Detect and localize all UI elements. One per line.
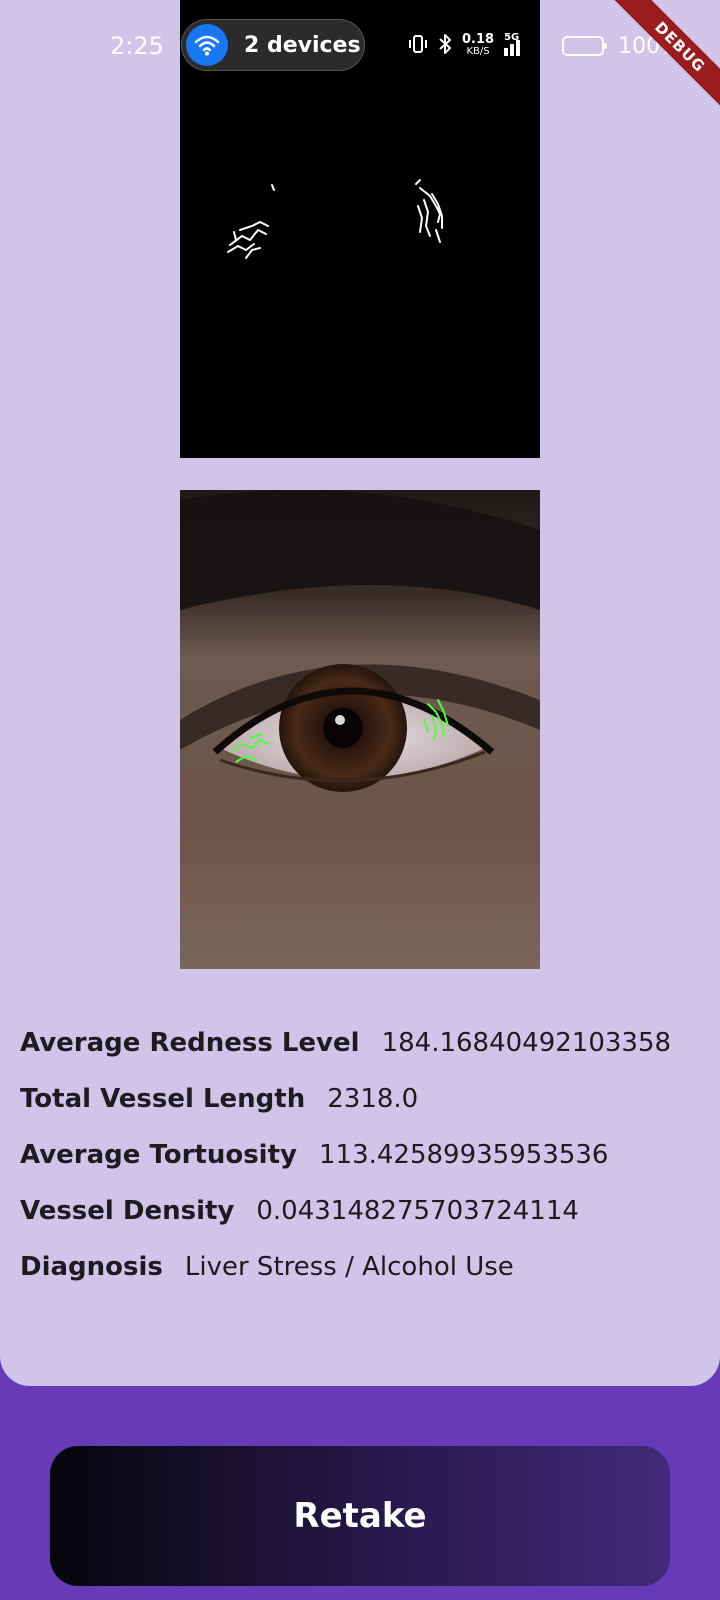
connection-pill[interactable]: 2 devices bbox=[181, 19, 365, 71]
retake-button[interactable]: Retake bbox=[50, 1446, 670, 1586]
metric-row-vessel-density: Vessel Density 0.043148275703724114 bbox=[20, 1183, 700, 1239]
metric-label: Diagnosis bbox=[20, 1252, 163, 1282]
status-bar: 2:25 2 devices 0.18 KB/S 5G 100% bbox=[0, 0, 720, 92]
vibrate-icon bbox=[408, 33, 428, 59]
metric-value: 184.16840492103358 bbox=[381, 1028, 672, 1058]
system-icons: 0.18 KB/S 5G 100% bbox=[408, 30, 681, 62]
metric-label: Average Redness Level bbox=[20, 1028, 360, 1058]
metric-value: Liver Stress / Alcohol Use bbox=[184, 1252, 514, 1282]
metric-label: Average Tortuosity bbox=[20, 1140, 297, 1170]
network-speed-unit: KB/S bbox=[466, 46, 490, 57]
metric-value: 0.043148275703724114 bbox=[256, 1196, 579, 1226]
metric-row-tortuosity: Average Tortuosity 113.42589935953536 bbox=[20, 1127, 700, 1183]
connection-label: 2 devices bbox=[244, 32, 361, 58]
wifi-icon bbox=[186, 24, 228, 66]
bluetooth-icon bbox=[438, 33, 452, 59]
eye-photo bbox=[180, 490, 540, 969]
metric-row-diagnosis: Diagnosis Liver Stress / Alcohol Use bbox=[20, 1239, 700, 1295]
results-sheet: Average Redness Level 184.16840492103358… bbox=[0, 0, 720, 1386]
status-time: 2:25 bbox=[110, 32, 164, 60]
metric-label: Total Vessel Length bbox=[20, 1084, 306, 1114]
metric-row-redness: Average Redness Level 184.16840492103358 bbox=[20, 1015, 700, 1071]
metric-row-vessel-length: Total Vessel Length 2318.0 bbox=[20, 1071, 700, 1127]
metric-label: Vessel Density bbox=[20, 1196, 235, 1226]
metric-value: 2318.0 bbox=[327, 1084, 419, 1114]
metrics-list: Average Redness Level 184.16840492103358… bbox=[20, 1015, 700, 1295]
signal-5g-icon: 5G bbox=[504, 32, 521, 56]
network-speed-value: 0.18 bbox=[462, 32, 495, 47]
network-speed: 0.18 KB/S bbox=[462, 32, 495, 58]
metric-value: 113.42589935953536 bbox=[318, 1140, 609, 1170]
network-type: 5G bbox=[504, 32, 520, 43]
battery-icon bbox=[562, 36, 608, 56]
